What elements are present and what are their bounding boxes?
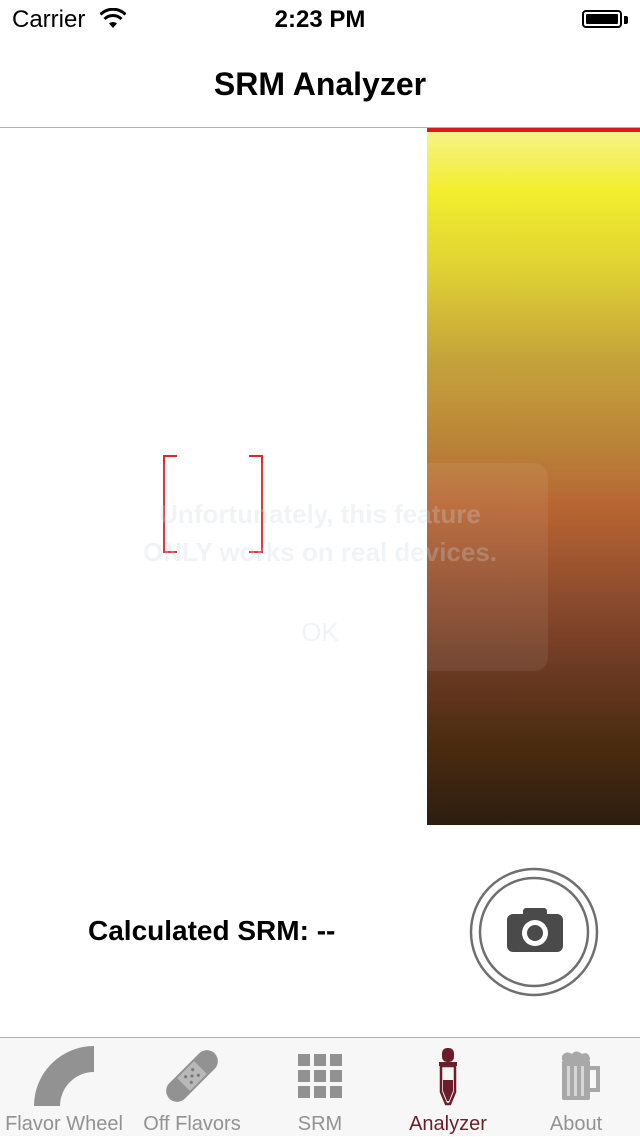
camera-button[interactable]	[469, 867, 599, 997]
flavor-wheel-icon	[34, 1046, 94, 1106]
grid-icon	[298, 1054, 342, 1098]
camera-icon	[507, 908, 563, 952]
tab-label-analyzer: Analyzer	[409, 1113, 487, 1135]
tab-label-off-flavors: Off Flavors	[143, 1113, 241, 1135]
alert-dialog: Unfortunately, this feature ONLY works o…	[92, 463, 548, 671]
tab-flavor-wheel[interactable]: Flavor Wheel	[0, 1038, 128, 1137]
bandage-icon	[166, 1050, 218, 1102]
alert-message-line2: ONLY works on real devices.	[142, 537, 498, 567]
status-bar: Carrier 2:23 PM	[0, 0, 640, 40]
alert-message-line1: Unfortunately, this feature	[159, 499, 481, 529]
alert-message: Unfortunately, this feature ONLY works o…	[92, 495, 548, 571]
status-time: 2:23 PM	[274, 6, 366, 33]
beer-mug-icon	[562, 1051, 600, 1100]
tab-about[interactable]: About	[512, 1038, 640, 1137]
srm-scale-indicator	[427, 128, 640, 132]
battery-icon	[582, 10, 628, 30]
calculated-srm-label: Calculated SRM: --	[88, 915, 336, 946]
tab-off-flavors[interactable]: Off Flavors	[128, 1038, 256, 1137]
navigation-bar: SRM Analyzer	[0, 40, 640, 128]
tab-srm[interactable]: SRM	[256, 1038, 384, 1137]
tab-analyzer[interactable]: Analyzer	[384, 1038, 512, 1137]
tab-label-srm: SRM	[297, 1113, 343, 1135]
page-title: SRM Analyzer	[213, 66, 427, 102]
alert-ok-button[interactable]: OK	[92, 617, 548, 648]
tab-label-flavor-wheel: Flavor Wheel	[5, 1113, 123, 1135]
tab-label-about: About	[549, 1113, 603, 1135]
tab-bar: Flavor Wheel Off Flavors SRM Analyzer Ab…	[0, 1037, 640, 1136]
dropper-icon	[439, 1048, 457, 1106]
